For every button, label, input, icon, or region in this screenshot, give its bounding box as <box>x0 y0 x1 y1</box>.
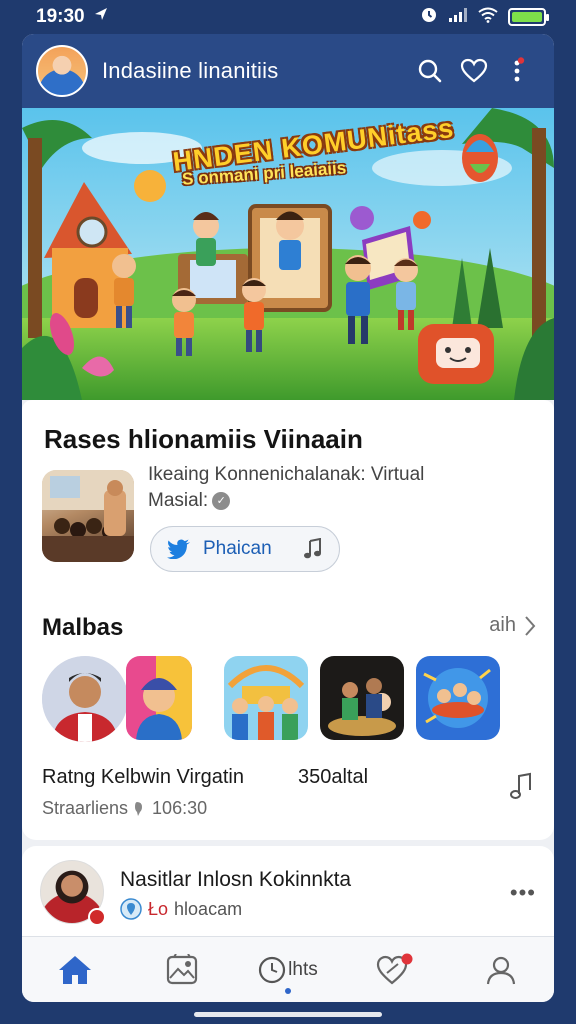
bird-icon <box>167 539 190 559</box>
nav-favorites[interactable] <box>359 942 429 998</box>
list-row-meta-b: 106:30 <box>152 798 208 818</box>
tag-icon <box>135 801 143 816</box>
chevron-right-icon <box>525 615 536 636</box>
classroom-cartoon-image <box>224 656 308 740</box>
pin-icon <box>120 898 142 920</box>
status-right <box>420 6 549 29</box>
boy-image <box>126 656 192 740</box>
hero-banner[interactable]: HNDEN KOMUNitass S onmani pri leaiaiis <box>22 108 554 400</box>
user-icon <box>486 956 515 984</box>
thumbnail-row <box>42 656 542 744</box>
app-window: Indasiine linanitiis HNDEN KOMUNitass S … <box>22 34 554 1002</box>
elders-image <box>320 656 404 740</box>
list-section-title: Malbas <box>42 614 124 641</box>
heart-icon <box>460 58 488 83</box>
heart-icon <box>377 953 413 984</box>
notification-dot <box>88 908 106 926</box>
post-title: Nasitlar Inlosn Kokinnkta <box>120 868 352 891</box>
nav-gallery[interactable] <box>147 942 217 998</box>
list-row-meta-a: Straarliens <box>42 798 129 818</box>
list-row-meta: Straarliens 106:30 <box>42 798 207 819</box>
post-more-button[interactable]: ••• <box>510 880 536 906</box>
active-indicator <box>284 987 291 994</box>
wifi-icon <box>478 7 498 28</box>
search-button[interactable] <box>408 49 452 93</box>
battery-icon <box>508 8 549 26</box>
post-subtitle-b: hloacam <box>174 898 243 919</box>
navigation-arrow-icon <box>93 6 109 28</box>
music-note-icon <box>304 538 321 559</box>
nav-activity-label: lhts <box>288 958 318 980</box>
alarm-icon <box>420 6 438 29</box>
featured-description-line2-text: Masial: <box>148 490 209 511</box>
featured-action-label: Phaican <box>203 538 272 559</box>
status-bar: 19:30 <box>0 0 576 34</box>
content-card: Rases hlionamiis Viinaain Ikeaing Konnen… <box>22 400 554 840</box>
home-indicator[interactable] <box>194 1012 382 1017</box>
list-row-count: 350altal <box>298 766 369 788</box>
search-icon <box>418 59 442 83</box>
clock-icon <box>259 956 286 983</box>
adventure-image <box>416 656 500 740</box>
music-note-icon <box>510 772 531 799</box>
mascot-figure <box>418 324 494 384</box>
list-row-title: Ratng Kelbwin Virgatin <box>42 766 244 788</box>
nav-home[interactable] <box>40 942 110 998</box>
status-left: 19:30 <box>36 6 109 28</box>
thumbnail-boy[interactable] <box>126 656 192 740</box>
more-options-button[interactable] <box>496 49 540 93</box>
nav-activity[interactable]: lhts <box>253 942 323 998</box>
app-header: Indasiine linanitiis <box>22 34 554 108</box>
bottom-navigation: lhts <box>22 936 554 1002</box>
battery-level <box>512 12 542 22</box>
gallery-icon <box>166 953 197 984</box>
featured-description: Ikeaing Konnenichalanak: Virtual Masial:… <box>148 462 528 514</box>
post-card[interactable]: Nasitlar Inlosn Kokinnkta Ło hloacam ••• <box>22 846 554 942</box>
post-subtitle: Ło hloacam <box>120 898 242 920</box>
nav-profile[interactable] <box>466 942 536 998</box>
see-all-label: aih <box>489 614 516 636</box>
favorites-button[interactable] <box>452 49 496 93</box>
featured-description-line1: Ikeaing Konnenichalanak: Virtual <box>148 464 425 485</box>
thumbnail-elders[interactable] <box>320 656 404 740</box>
home-icon <box>59 955 92 984</box>
thumbnail-classroom[interactable] <box>224 656 308 740</box>
see-all-link[interactable]: aih <box>489 614 536 637</box>
app-title: Indasiine linanitiis <box>102 58 279 83</box>
post-subtitle-a: Ło <box>148 898 169 919</box>
featured-action-button[interactable]: Phaican <box>150 526 340 572</box>
more-vertical-icon <box>514 57 525 82</box>
featured-thumbnail[interactable] <box>42 470 134 562</box>
list-row-audio-button[interactable] <box>510 772 534 805</box>
status-time: 19:30 <box>36 6 85 27</box>
classroom-image <box>42 470 134 562</box>
thumbnail-person[interactable] <box>42 656 128 742</box>
featured-description-line2: Masial: ✓ <box>148 488 528 514</box>
person-image <box>42 656 128 742</box>
verified-icon: ✓ <box>212 491 231 510</box>
profile-avatar[interactable] <box>36 45 88 97</box>
featured-section-title: Rases hlionamiis Viinaain <box>44 424 363 454</box>
cellular-signal-icon <box>448 7 468 28</box>
thumbnail-adventure[interactable] <box>416 656 500 740</box>
